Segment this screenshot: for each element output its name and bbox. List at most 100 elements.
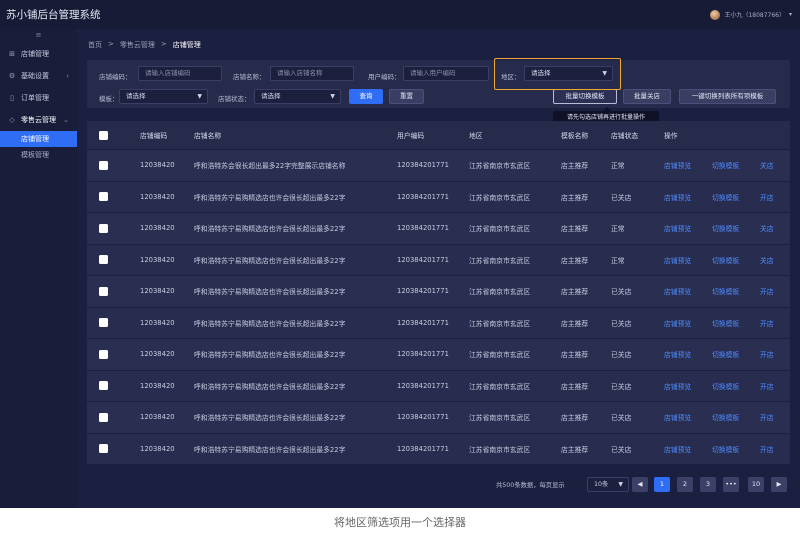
page-size-select[interactable]: 10条 ▼ [587,477,629,492]
collapse-menu-icon[interactable]: ≡ [0,29,77,43]
region-cell: 江苏省南京市玄武区 [469,225,531,234]
sidebar-item-basic-settings[interactable]: ⚙ 基础设置 › [0,65,77,87]
user-code-cell: 120384201771 [397,381,449,390]
sidebar-subitem-template-management[interactable]: 模板管理 [0,147,77,163]
sidebar-subitem-store-management[interactable]: 店铺管理 [0,131,77,147]
region-cell: 江苏省南京市玄武区 [469,162,531,171]
settings-icon: ⚙ [8,72,16,80]
row-checkbox[interactable] [99,381,108,391]
store-name-cell: 呼和浩特苏宁易购精选店也许会很长超出最多22字 [194,445,346,454]
breadcrumb-retail-cloud[interactable]: 零售云管理 [120,40,155,50]
preview-store-link[interactable]: 店铺预览 [664,213,691,244]
sidebar-item-orders[interactable]: ▯ 订单管理 [0,87,77,109]
row-checkbox[interactable] [99,255,108,265]
store-name-cell: 呼和浩特苏宁易购精选店也许会很长超出最多22字 [194,319,346,328]
switch-template-link[interactable]: 切换模板 [712,339,739,370]
page-button-10[interactable]: 10 [748,477,764,492]
pagination-total: 共500条数据，每页显示 [496,482,565,489]
sidebar-item-store-management[interactable]: ⊞ 店铺管理 [0,43,77,65]
preview-store-link[interactable]: 店铺预览 [664,245,691,276]
page-button-3[interactable]: 3 [700,477,716,492]
user-code-cell: 120384201771 [397,287,449,296]
user-menu[interactable]: 王小九（18087766） ▾ [710,9,792,20]
switch-template-link[interactable]: 切换模板 [712,371,739,402]
switch-template-link[interactable]: 切换模板 [712,402,739,433]
row-checkbox[interactable] [99,192,108,202]
table-row: 12038420 呼和浩特苏会很长超出最多22字完整展示店铺名称 120384201… [87,149,790,181]
row-checkbox[interactable] [99,349,108,359]
query-button[interactable]: 查询 [349,89,383,104]
region-cell: 江苏省南京市玄武区 [469,288,531,297]
store-code-cell: 12038420 [140,350,175,359]
preview-store-link[interactable]: 店铺预览 [664,276,691,307]
user-code-input[interactable]: 请输入用户编码 [403,66,489,81]
toggle-store-link[interactable]: 开店 [760,434,774,465]
status-cell: 正常 [611,162,625,171]
breadcrumb: 首页 > 零售云管理 > 店铺管理 [88,40,201,50]
store-code-cell: 12038420 [140,381,175,390]
table-row: 12038420 呼和浩特苏宁易购精选店也许会很长超出最多22字 120384201… [87,275,790,307]
page-button-1[interactable]: 1 [654,477,670,492]
preview-store-link[interactable]: 店铺预览 [664,402,691,433]
page-button-2[interactable]: 2 [677,477,693,492]
preview-store-link[interactable]: 店铺预览 [664,434,691,465]
toggle-store-link[interactable]: 关店 [760,245,774,276]
preview-store-link[interactable]: 店铺预览 [664,182,691,213]
template-select[interactable]: 请选择 ▼ [119,89,208,104]
table-row: 12038420 呼和浩特苏宁易购精选店也许会很长超出最多22字 120384201… [87,432,790,465]
breadcrumb-home[interactable]: 首页 [88,40,102,50]
toggle-store-link[interactable]: 关店 [760,150,774,181]
user-code-cell: 120384201771 [397,444,449,453]
prev-page-button[interactable]: ◀ [632,477,648,492]
table-row: 12038420 呼和浩特苏宁易购精选店也许会很长超出最多22字 120384201… [87,306,790,339]
select-all-checkbox[interactable] [99,130,108,140]
toggle-store-link[interactable]: 开店 [760,339,774,370]
row-checkbox[interactable] [99,412,108,422]
store-code-input[interactable]: 请输入店铺编码 [138,66,222,81]
switch-template-link[interactable]: 切换模板 [712,308,739,339]
preview-store-link[interactable]: 店铺预览 [664,150,691,181]
toggle-store-link[interactable]: 关店 [760,213,774,244]
toggle-store-link[interactable]: 开店 [760,402,774,433]
switch-template-link[interactable]: 切换模板 [712,182,739,213]
switch-template-link[interactable]: 切换模板 [712,434,739,465]
page-ellipsis[interactable]: ••• [723,477,739,492]
row-checkbox[interactable] [99,160,108,170]
table-row: 12038420 呼和浩特苏宁易购精选店也许会很长超出最多22字 120384201… [87,338,790,370]
user-code-cell: 120384201771 [397,224,449,233]
preview-store-link[interactable]: 店铺预览 [664,339,691,370]
preview-store-link[interactable]: 店铺预览 [664,308,691,339]
store-status-select[interactable]: 请选择 ▼ [254,89,341,104]
toggle-store-link[interactable]: 开店 [760,371,774,402]
row-checkbox[interactable] [99,223,108,233]
table-row: 12038420 呼和浩特苏宁易购精选店也许会很长超出最多22字 120384201… [87,212,790,244]
row-checkbox[interactable] [99,318,108,328]
store-name-label: 店铺名称： [233,73,266,81]
row-checkbox[interactable] [99,444,108,454]
toggle-store-link[interactable]: 开店 [760,276,774,307]
table-body: 12038420 呼和浩特苏会很长超出最多22字完整展示店铺名称 120384201… [87,149,790,464]
user-name: 王小九（18087766） [724,12,785,19]
batch-close-store-button[interactable]: 批量关店 [623,89,671,104]
switch-template-link[interactable]: 切换模板 [712,276,739,307]
caret-left-icon: ◀ [637,480,643,488]
batch-switch-template-button[interactable]: 批量切换模板 [553,89,617,104]
store-name-cell: 呼和浩特苏宁易购精选店也许会很长超出最多22字 [194,256,346,265]
status-cell: 正常 [611,225,625,234]
region-cell: 江苏省南京市玄武区 [469,414,531,423]
next-page-button[interactable]: ▶ [771,477,787,492]
toggle-store-link[interactable]: 开店 [760,308,774,339]
switch-template-link[interactable]: 切换模板 [712,245,739,276]
store-name-input[interactable]: 请输入店铺名称 [270,66,354,81]
status-cell: 已关店 [611,351,632,360]
reset-button[interactable]: 重置 [389,89,424,104]
switch-template-link[interactable]: 切换模板 [712,150,739,181]
document-icon: ▯ [10,94,14,102]
toggle-store-link[interactable]: 开店 [760,182,774,213]
sidebar-item-retail-cloud[interactable]: ◇ 零售云管理 ⌄ [0,109,77,131]
switch-template-link[interactable]: 切换模板 [712,213,739,244]
preview-store-link[interactable]: 店铺预览 [664,371,691,402]
row-checkbox[interactable] [99,286,108,296]
table-row: 12038420 呼和浩特苏宁易购精选店也许会很长超出最多22字 120384201… [87,401,790,433]
switch-all-templates-button[interactable]: 一键切换列表所有项模板 [679,89,776,104]
